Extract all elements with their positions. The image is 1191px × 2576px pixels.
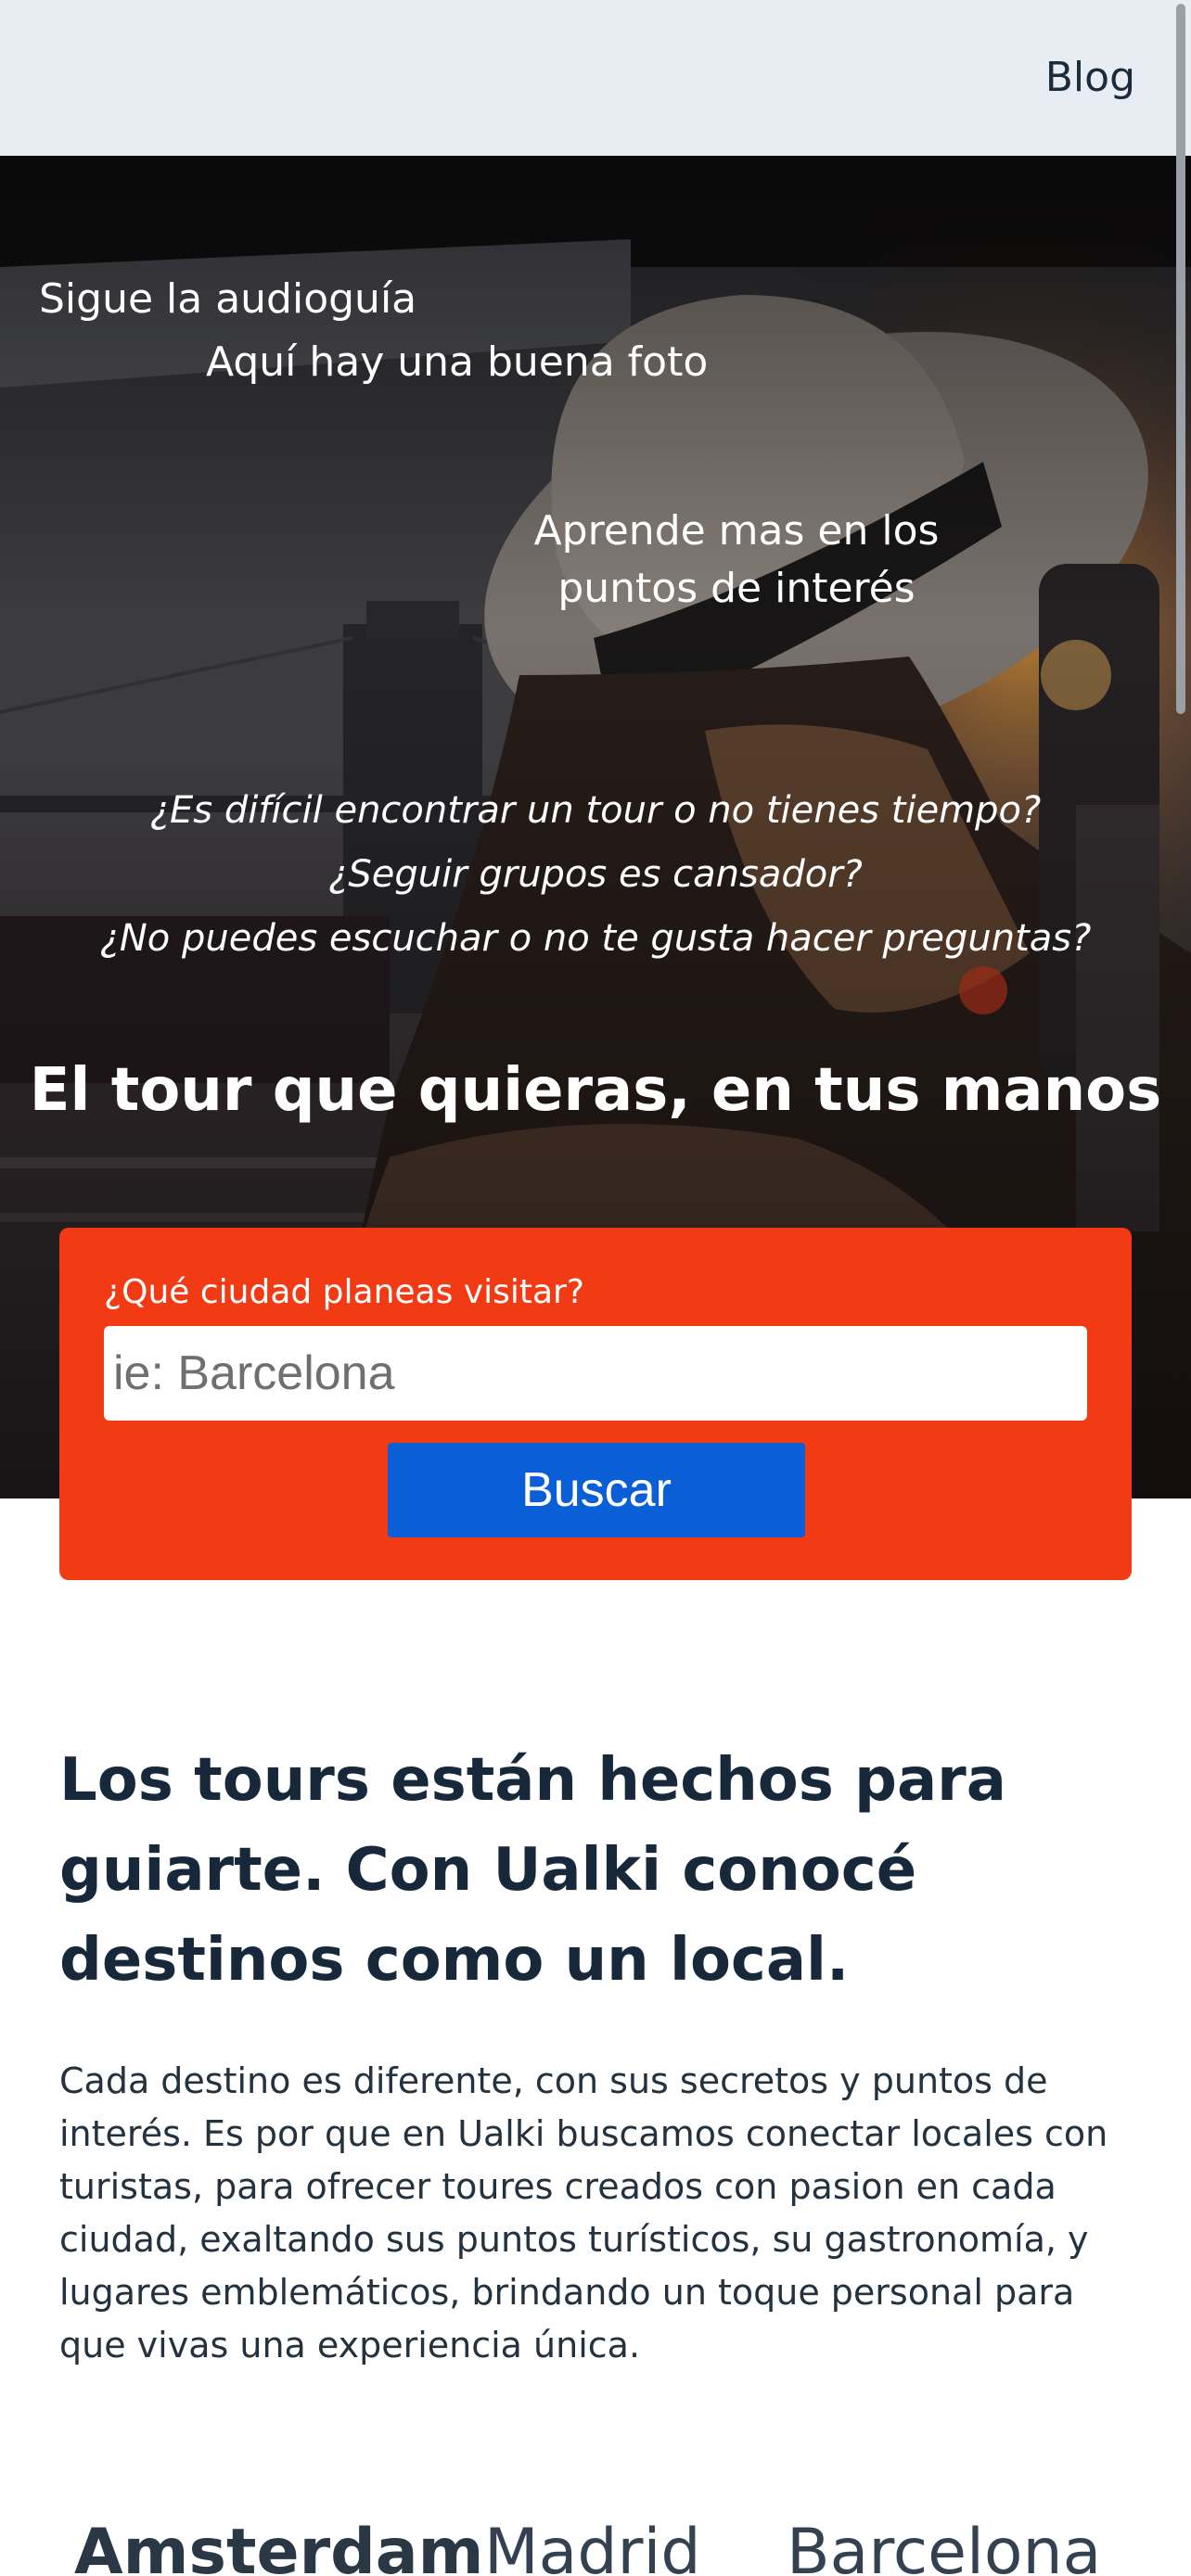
blog-link[interactable]: Blog <box>1045 52 1135 104</box>
city-search-card: ¿Qué ciudad planeas visitar? Buscar <box>59 1228 1132 1580</box>
hero-question: ¿No puedes escuchar o no te gusta hacer … <box>99 917 1092 960</box>
hero-question: ¿Es difícil encontrar un tour o no tiene… <box>149 789 1042 832</box>
about-heading: Los tours están hechos para guiarte. Con… <box>59 1746 1006 1995</box>
hero-title: El tour que quieras, en tus manos <box>29 1056 1162 1125</box>
search-button[interactable]: Buscar <box>388 1443 805 1537</box>
audio-guide-caption: Sigue la audioguía <box>39 275 417 323</box>
hero-question: ¿Seguir grupos es cansador? <box>328 853 863 896</box>
page-scrollbar[interactable] <box>1176 4 1185 714</box>
hero-questions: ¿Es difícil encontrar un tour o no tiene… <box>0 779 1191 971</box>
photo-spot-caption: Aquí hay una buena foto <box>206 338 709 386</box>
city-tab-madrid[interactable]: Madrid <box>484 2511 701 2576</box>
city-tabs: Amsterdam Madrid Barcelona <box>0 2504 1191 2576</box>
points-of-interest-caption: Aprende mas en los puntos de interés <box>533 507 940 612</box>
city-search-label: ¿Qué ciudad planeas visitar? <box>104 1273 584 1311</box>
city-search-input[interactable] <box>104 1326 1087 1421</box>
about-paragraph: Cada destino es diferente, con sus secre… <box>59 2060 1108 2366</box>
top-nav: Blog <box>0 0 1191 156</box>
city-tab-barcelona[interactable]: Barcelona <box>787 2511 1101 2576</box>
city-tab-amsterdam[interactable]: Amsterdam <box>74 2511 484 2576</box>
